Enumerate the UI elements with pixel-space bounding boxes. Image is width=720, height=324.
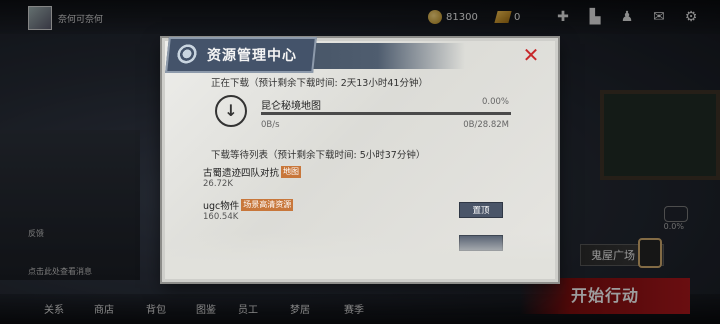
queue-item-size: 160.54K xyxy=(203,212,239,222)
current-download-speed: 0B/s xyxy=(261,120,280,130)
close-icon[interactable]: ✕ xyxy=(521,45,541,65)
queue-item-name: 古蜀遗迹四队对抗 xyxy=(203,168,280,179)
modal-title-badge: 资源管理中心 xyxy=(165,37,317,73)
queue-item-name: ugc物件 xyxy=(203,201,240,212)
current-download-percent: 0.00% xyxy=(481,97,509,107)
resource-manager-dialog: 资源管理中心 ✕ 正在下载（预计剩余下载时间: 2天13小时41分钟） ↓ 昆仑… xyxy=(162,37,558,282)
modal-bottom-fade xyxy=(165,233,555,279)
modal-title: 资源管理中心 xyxy=(207,48,297,64)
queue-label: 下载等待列表（预计剩余下载时间: 5小时37分钟） xyxy=(211,150,426,161)
queue-item: 古蜀遗迹四队对抗 地图 26.72K xyxy=(203,165,503,193)
pin-to-top-button[interactable]: 置顶 xyxy=(459,202,503,218)
download-progress-bar xyxy=(261,112,511,115)
queue-item-tag: 场景高清资源 xyxy=(241,199,294,211)
queue-item-size: 26.72K xyxy=(203,179,233,189)
queue-item: ugc物件 场景高清资源 160.54K 置顶 xyxy=(203,198,503,226)
download-arrow-icon[interactable]: ↓ xyxy=(215,95,247,127)
current-download: ↓ 昆仑秘境地图 0.00% 0B/s 0B/28.82M xyxy=(211,93,511,133)
downloading-label: 正在下载（预计剩余下载时间: 2天13小时41分钟） xyxy=(211,78,428,89)
modal-header: 资源管理中心 xyxy=(165,37,465,73)
swirl-icon xyxy=(175,44,201,66)
current-download-name: 昆仑秘境地图 xyxy=(261,101,321,112)
current-download-size: 0B/28.82M xyxy=(463,120,509,130)
queue-item-tag: 地图 xyxy=(281,166,302,178)
